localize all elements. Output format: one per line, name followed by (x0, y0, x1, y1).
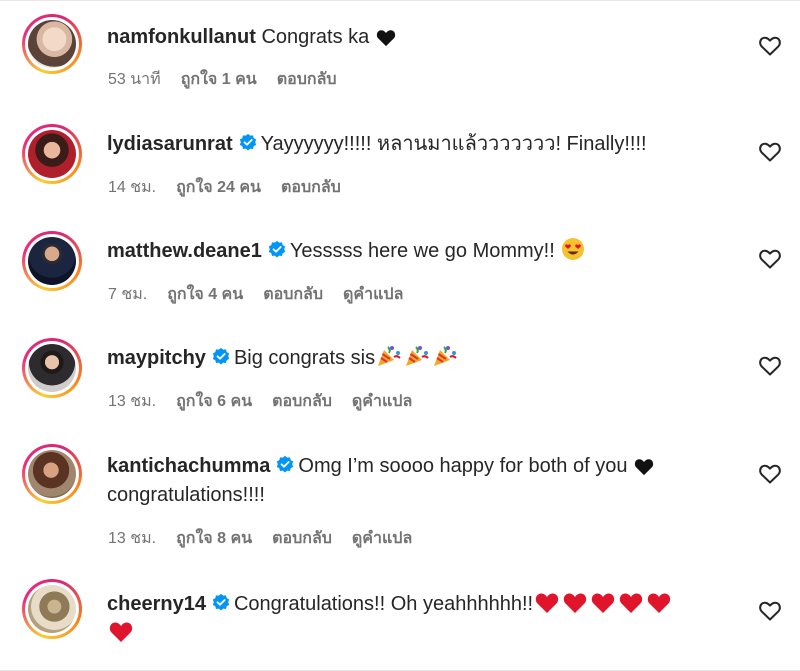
comment-meta: 53 นาที ถูกใจ 1 คน ตอบกลับ (108, 67, 357, 92)
reply-button[interactable]: ตอบกลับ (272, 530, 332, 547)
likes-count[interactable]: ถูกใจ 6 คน (176, 393, 252, 410)
comments-panel: namfonkullanut Congrats ka 53 นาทีถูกใจ … (0, 0, 800, 671)
comment-text-line: cheerny14 Congratulations!! Oh yeahhhhhh!… (107, 590, 737, 618)
red-heart-emoji (563, 593, 587, 613)
avatar[interactable] (22, 338, 82, 398)
party-popper-emoji (378, 346, 401, 366)
comment-text-line: namfonkullanut Congrats ka (107, 23, 737, 51)
comment-text-line: matthew.deane1 Yesssss here we go Mommy!! (107, 237, 737, 265)
avatar[interactable] (22, 124, 82, 184)
avatar[interactable] (22, 14, 82, 74)
heart-outline-icon[interactable] (758, 462, 782, 486)
comment-meta: 13 ชม. ถูกใจ 8 คน ตอบกลับ ดูคำแปล (108, 526, 432, 551)
comment-text-line: kantichachumma Omg I’m soooo happy for bo… (107, 452, 737, 480)
comment-username[interactable]: cheerny14 (107, 593, 206, 615)
verified-badge-icon (277, 455, 294, 473)
comment-time: 7 ชม. (108, 286, 148, 303)
comment-username[interactable]: lydiasarunrat (107, 133, 233, 155)
comment-username[interactable]: maypitchy (107, 347, 206, 369)
translate-button[interactable]: ดูคำแปล (343, 286, 403, 303)
comment-body-continued: congratulations!!!! (107, 484, 265, 506)
comment-body: Yayyyyyy!!!!! หลานมาแล้ววววววว! Finally!… (260, 133, 647, 155)
red-heart-emoji (647, 593, 671, 613)
verified-badge-icon (268, 240, 286, 258)
comment-body: Big congrats sis (233, 347, 376, 369)
likes-count[interactable]: ถูกใจ 1 คน (181, 71, 257, 88)
comment-text-line: maypitchy Big congrats sis (107, 344, 737, 372)
comment-text-line: congratulations!!!! (107, 481, 737, 509)
comment-body: Yesssss here we go Mommy!! (289, 240, 555, 262)
heart-outline-icon[interactable] (758, 247, 782, 271)
comment-username[interactable]: namfonkullanut (107, 26, 256, 48)
comment-time: 13 ชม. (108, 393, 157, 410)
comment-body: Congratulations!! Oh yeahhhhhh!! (233, 593, 534, 615)
red-heart-emoji (619, 593, 643, 613)
likes-count[interactable]: ถูกใจ 4 คน (167, 286, 243, 303)
likes-count[interactable]: ถูกใจ 8 คน (176, 530, 252, 547)
comment-text-line: lydiasarunrat Yayyyyyy!!!!! หลานมาแล้วววว… (107, 130, 737, 158)
comment-username[interactable]: matthew.deane1 (107, 240, 262, 262)
likes-count[interactable]: ถูกใจ 24 คน (176, 179, 261, 196)
reply-button[interactable]: ตอบกลับ (277, 71, 337, 88)
comment-body: Congrats ka (261, 26, 370, 48)
verified-badge-icon (212, 593, 230, 611)
party-popper-emoji (434, 346, 457, 366)
black-heart-emoji (376, 30, 395, 47)
heart-outline-icon[interactable] (758, 34, 782, 58)
reply-button[interactable]: ตอบกลับ (272, 393, 332, 410)
translate-button[interactable]: ดูคำแปล (352, 530, 412, 547)
red-heart-emoji (591, 593, 615, 613)
comment-username[interactable]: kantichachumma (107, 455, 270, 477)
heart-outline-icon[interactable] (758, 599, 782, 623)
translate-button[interactable]: ดูคำแปล (352, 393, 412, 410)
black-heart-emoji (634, 459, 654, 476)
comment-meta: 14 ชม. ถูกใจ 24 คน ตอบกลับ (108, 175, 361, 200)
comment-time: 13 ชม. (108, 530, 157, 547)
verified-badge-icon (239, 133, 256, 151)
red-heart-emoji (109, 622, 133, 642)
avatar[interactable] (22, 231, 82, 291)
heart-outline-icon[interactable] (758, 354, 782, 378)
heart-outline-icon[interactable] (758, 140, 782, 164)
reply-button[interactable]: ตอบกลับ (281, 179, 341, 196)
avatar[interactable] (22, 444, 82, 504)
comment-meta: 13 ชม. ถูกใจ 6 คน ตอบกลับ ดูคำแปล (108, 389, 432, 414)
reply-button[interactable]: ตอบกลับ (263, 286, 323, 303)
comment-body: Omg I’m soooo happy for both of you (298, 455, 628, 477)
comment-text-line (107, 619, 737, 647)
party-popper-emoji (406, 346, 429, 366)
avatar[interactable] (22, 579, 82, 639)
comment-time: 53 นาที (108, 71, 161, 88)
verified-badge-icon (212, 347, 230, 365)
comment-time: 14 ชม. (108, 179, 157, 196)
red-heart-emoji (535, 593, 559, 613)
comment-meta: 7 ชม. ถูกใจ 4 คน ตอบกลับ ดูคำแปล (108, 282, 423, 307)
heart-eyes-emoji (562, 238, 585, 260)
